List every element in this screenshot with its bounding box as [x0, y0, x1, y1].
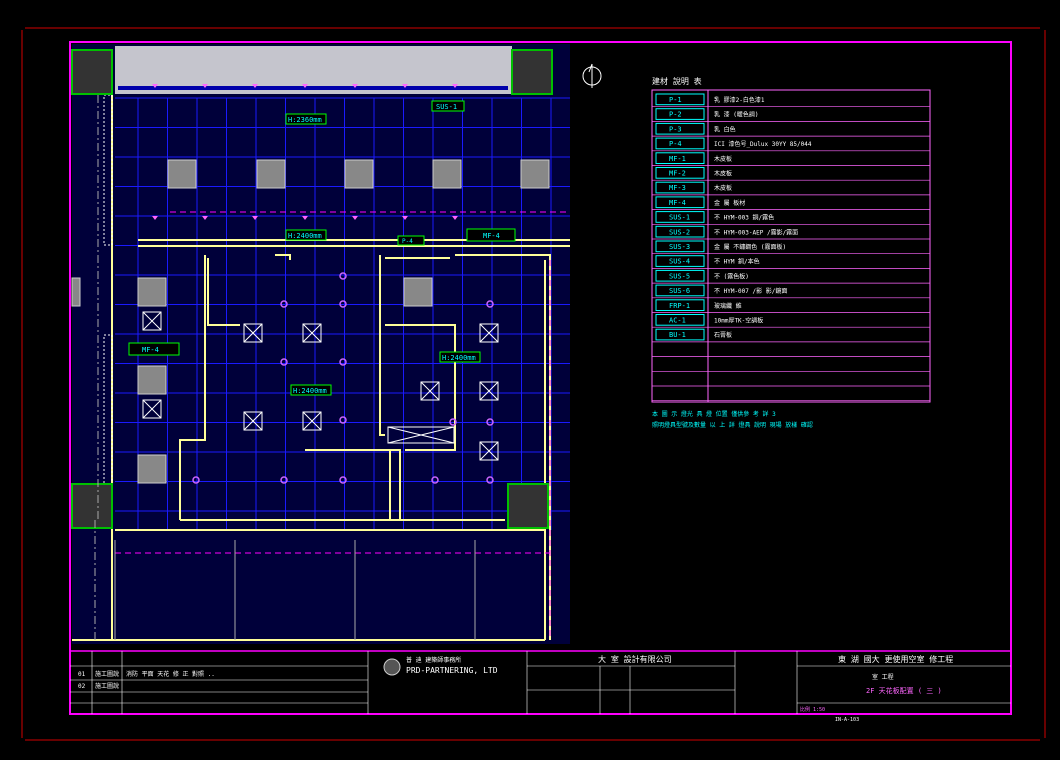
legend-code: AC-1 [669, 317, 686, 325]
north-arrow-icon [582, 63, 602, 88]
legend-description: 木皮板 [714, 170, 732, 178]
project-name: 東 湖 國大 更使用空室 修工程 [838, 654, 953, 664]
legend-description: 乳 漆 (暖色調) [714, 111, 758, 119]
sub-project: 室 工程 [872, 673, 894, 681]
legend-code: BU-1 [669, 331, 686, 339]
company-logo-icon [383, 658, 401, 676]
legend-code: P-2 [669, 111, 682, 119]
legend-description: ICI 漆色号_Dulux 30YY 85/044 [714, 140, 812, 148]
ceiling-height-label: H:2360mm [288, 116, 322, 124]
material-legend: 建材 說明 表 P-1 乳 膠漆2-白色漆1 P-2 乳 漆 (暖色調) P-3 乳 白色… [651, 76, 931, 429]
linear-light [118, 86, 508, 90]
legend-code: SUS-1 [669, 214, 690, 222]
ceiling-plan: H:2360mm H:2400mm H:2400mm H:2400mm SUS-… [71, 44, 570, 644]
legend-code: P-4 [669, 140, 682, 148]
legend-description: 不 HYM-003 銅/霧色 [714, 214, 774, 222]
legend-description: 不 HYM 銅/本色 [714, 258, 760, 266]
legend-note: 本 圖 示 燈光 具 燈 位置 僅供參 考 詳 3 [652, 410, 776, 418]
scale-label: 比例 1:50 [800, 706, 825, 713]
legend-title: 建材 說明 表 [652, 76, 702, 86]
legend-code: SUS-6 [669, 287, 690, 295]
drawing-number: IN-A-103 [835, 717, 859, 723]
revision-number: 01 [78, 671, 86, 678]
drawing-title: 2F 天花板配置 ( 三 ) [866, 686, 942, 695]
material-tag: SUS-1 [436, 103, 457, 111]
ceiling-height-label: H:2400mm [293, 387, 327, 395]
legend-description: 木皮板 [714, 155, 732, 163]
revision-label: 施工圖說 [95, 682, 119, 690]
legend-code: SUS-4 [669, 258, 690, 266]
title-block: 01 施工圖說 消防 平面 天花 修 正 對照 .. 02 施工圖說 普 迪 建… [69, 650, 1012, 723]
legend-description: 不 HYM-003-AEP /霧影/霧面 [714, 228, 798, 236]
legend-code: FRP-1 [669, 302, 690, 310]
legend-code: SUS-5 [669, 272, 690, 280]
legend-code: MF-2 [669, 170, 686, 178]
legend-description: 乳 白色 [714, 125, 736, 133]
legend-code: P-1 [669, 96, 682, 104]
revision-number: 02 [78, 683, 86, 690]
legend-description: 不 (霧色板) [714, 272, 749, 280]
legend-rows: P-1 乳 膠漆2-白色漆1 P-2 乳 漆 (暖色調) P-3 乳 白色 P-4 ICI 漆… [652, 93, 930, 402]
ceiling-height-label: H:2400mm [442, 354, 476, 362]
material-tag: MF-4 [142, 346, 159, 354]
material-tag: P-4 [402, 238, 413, 245]
cad-drawing-canvas: H:2360mm H:2400mm H:2400mm H:2400mm SUS-… [21, 27, 1046, 741]
legend-description: 木皮板 [714, 184, 732, 192]
legend-code: SUS-3 [669, 243, 690, 251]
legend-description: 不 HYM-007 /影 影/鏡面 [714, 287, 787, 295]
revision-description: 消防 平面 天花 修 正 對照 .. [126, 670, 215, 678]
ceiling-height-label: H:2400mm [288, 232, 322, 240]
legend-frame [651, 89, 931, 403]
legend-description: 乳 膠漆2-白色漆1 [714, 96, 765, 104]
legend-description: 金 屬 板材 [714, 199, 745, 207]
legend-code: SUS-2 [669, 228, 690, 236]
legend-description: 金 屬 不鏽鋼色 (霧面板) [714, 243, 786, 251]
legend-code: P-3 [669, 125, 682, 133]
revision-label: 施工圖說 [95, 670, 119, 678]
legend-description: 10mm厚TK-空調板 [714, 317, 763, 325]
material-tag: MF-4 [483, 232, 500, 240]
architect-company-en: PRD-PARTNERING, LTD [406, 666, 498, 675]
architect-company-cn: 普 迪 建築師事務所 [406, 656, 461, 664]
legend-code: MF-4 [669, 199, 686, 207]
legend-note: 照明燈具型號及數量 以 上 詳 燈具 說明 現場 放樣 確認 [652, 421, 813, 429]
legend-description: 石膏板 [714, 331, 732, 339]
legend-description: 玻璃纖 維 [714, 302, 742, 310]
legend-code: MF-3 [669, 184, 686, 192]
legend-code: MF-1 [669, 155, 686, 163]
client-name: 大 室 設計有限公司 [598, 654, 672, 664]
